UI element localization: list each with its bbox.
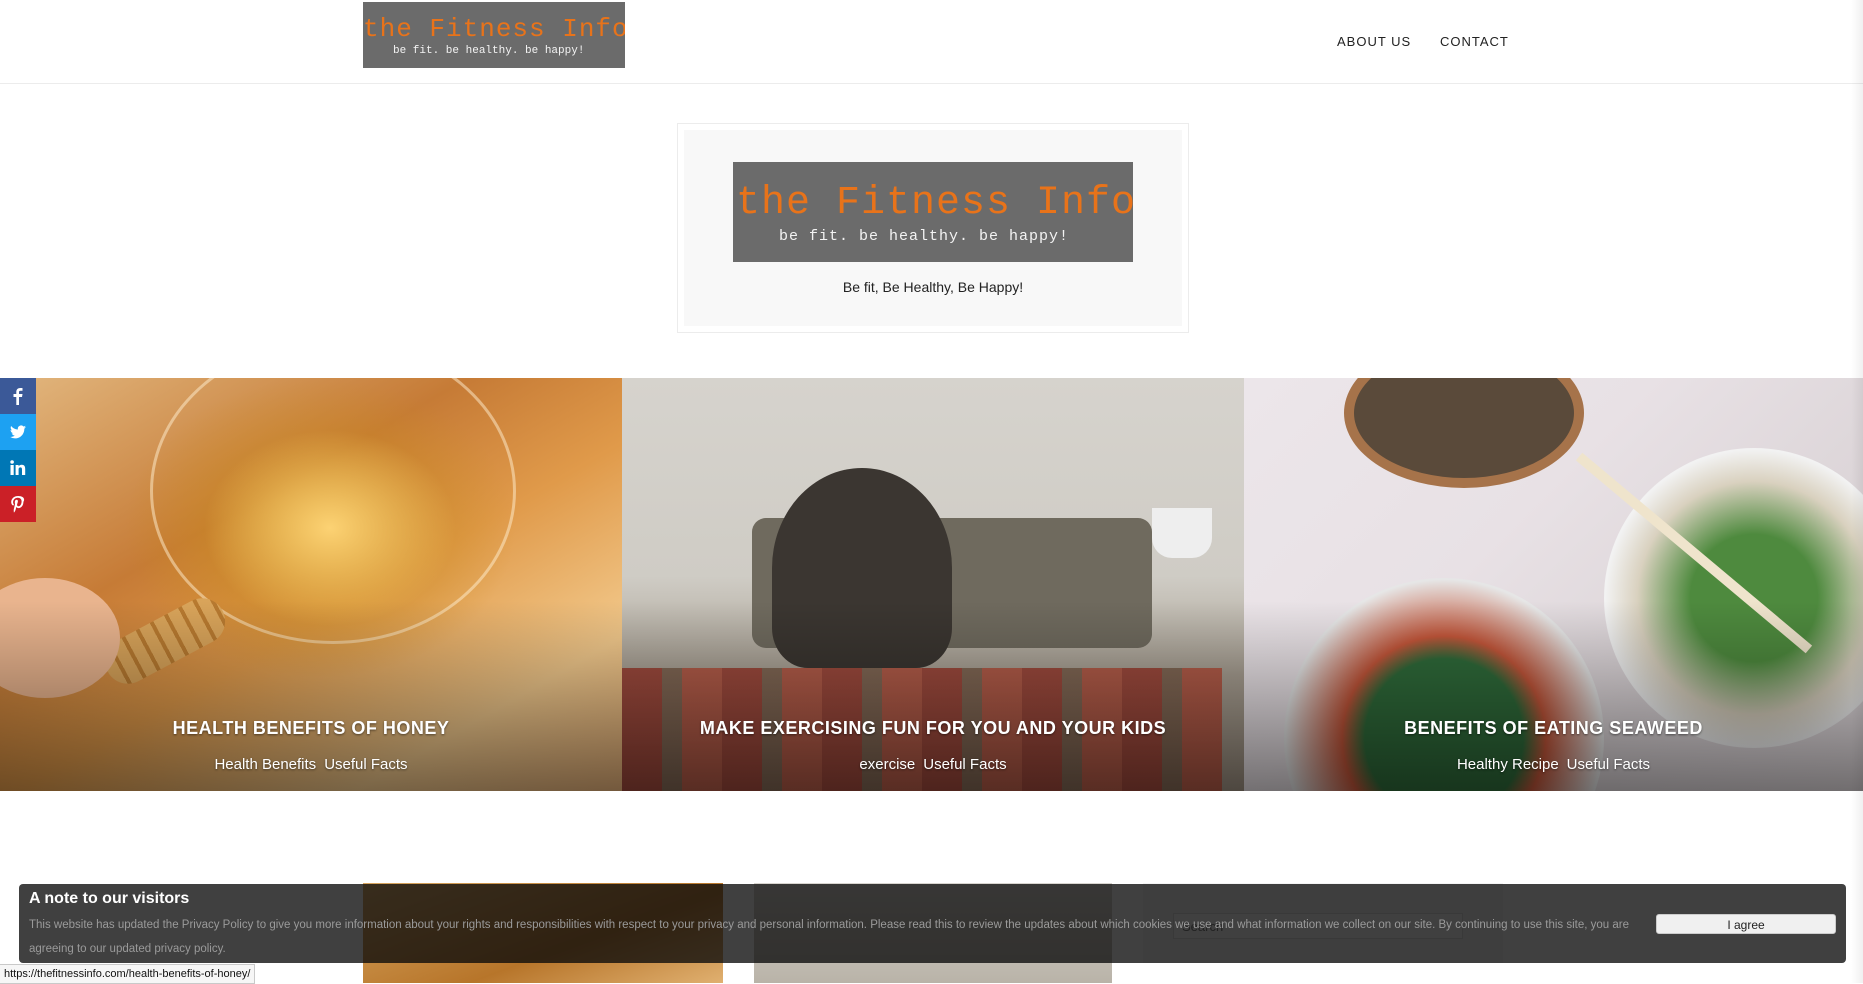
agree-button[interactable]: I agree	[1656, 914, 1836, 934]
logo-slogan: be fit. be healthy. be happy!	[393, 45, 585, 57]
category-link[interactable]: exercise	[859, 756, 915, 773]
category-link[interactable]: Useful Facts	[1567, 756, 1650, 773]
facebook-icon	[13, 388, 23, 405]
pinterest-icon	[11, 496, 25, 513]
cookie-notice-text: This website has updated the Privacy Pol…	[29, 919, 1629, 955]
soil-pot-image	[1344, 378, 1584, 488]
share-facebook-button[interactable]	[0, 378, 36, 414]
category-link[interactable]: Healthy Recipe	[1457, 756, 1559, 773]
cookie-notice: A note to our visitors This website has …	[19, 884, 1846, 963]
category-link[interactable]: Useful Facts	[923, 756, 1006, 773]
share-pinterest-button[interactable]	[0, 486, 36, 522]
linkedin-icon	[10, 460, 26, 475]
logo-title: the Fitness Info	[736, 181, 1133, 226]
scroll-edge-shadow	[1851, 0, 1863, 983]
category-link[interactable]: Useful Facts	[324, 756, 407, 773]
logo-slogan: be fit. be healthy. be happy!	[779, 228, 1070, 245]
status-url-preview: https://thefitnessinfo.com/health-benefi…	[0, 964, 256, 984]
featured-post-title[interactable]: BENEFITS OF EATING SEAWEED	[1244, 718, 1863, 739]
featured-post-categories: Healthy Recipe Useful Facts	[1244, 756, 1863, 773]
share-twitter-button[interactable]	[0, 414, 36, 450]
category-link[interactable]: Health Benefits	[214, 756, 316, 773]
header-logo[interactable]: the Fitness Info be fit. be healthy. be …	[363, 2, 625, 68]
featured-post-seaweed[interactable]: BENEFITS OF EATING SEAWEED Healthy Recip…	[1244, 378, 1863, 791]
logo-title: the Fitness Info	[363, 14, 625, 44]
twitter-icon	[10, 425, 26, 439]
featured-post-exercise[interactable]: MAKE EXERCISING FUN FOR YOU AND YOUR KID…	[622, 378, 1244, 791]
share-linkedin-button[interactable]	[0, 450, 36, 486]
cookie-notice-title: A note to our visitors	[29, 890, 190, 907]
featured-post-title[interactable]: MAKE EXERCISING FUN FOR YOU AND YOUR KID…	[622, 718, 1244, 739]
site-tagline: Be fit, Be Healthy, Be Happy!	[842, 279, 1024, 295]
nav-about-us[interactable]: ABOUT US	[1337, 34, 1411, 49]
featured-post-categories: Health Benefits Useful Facts	[0, 756, 622, 773]
featured-post-categories: exercise Useful Facts	[622, 756, 1244, 773]
nav-contact[interactable]: CONTACT	[1440, 34, 1509, 49]
plant-pot-image	[1152, 508, 1212, 558]
featured-post-honey[interactable]: HEALTH BENEFITS OF HONEY Health Benefits…	[0, 378, 622, 791]
featured-post-title[interactable]: HEALTH BENEFITS OF HONEY	[0, 718, 622, 739]
site-header: the Fitness Info be fit. be healthy. be …	[0, 0, 1863, 84]
site-logo[interactable]: the Fitness Info be fit. be healthy. be …	[733, 162, 1133, 262]
